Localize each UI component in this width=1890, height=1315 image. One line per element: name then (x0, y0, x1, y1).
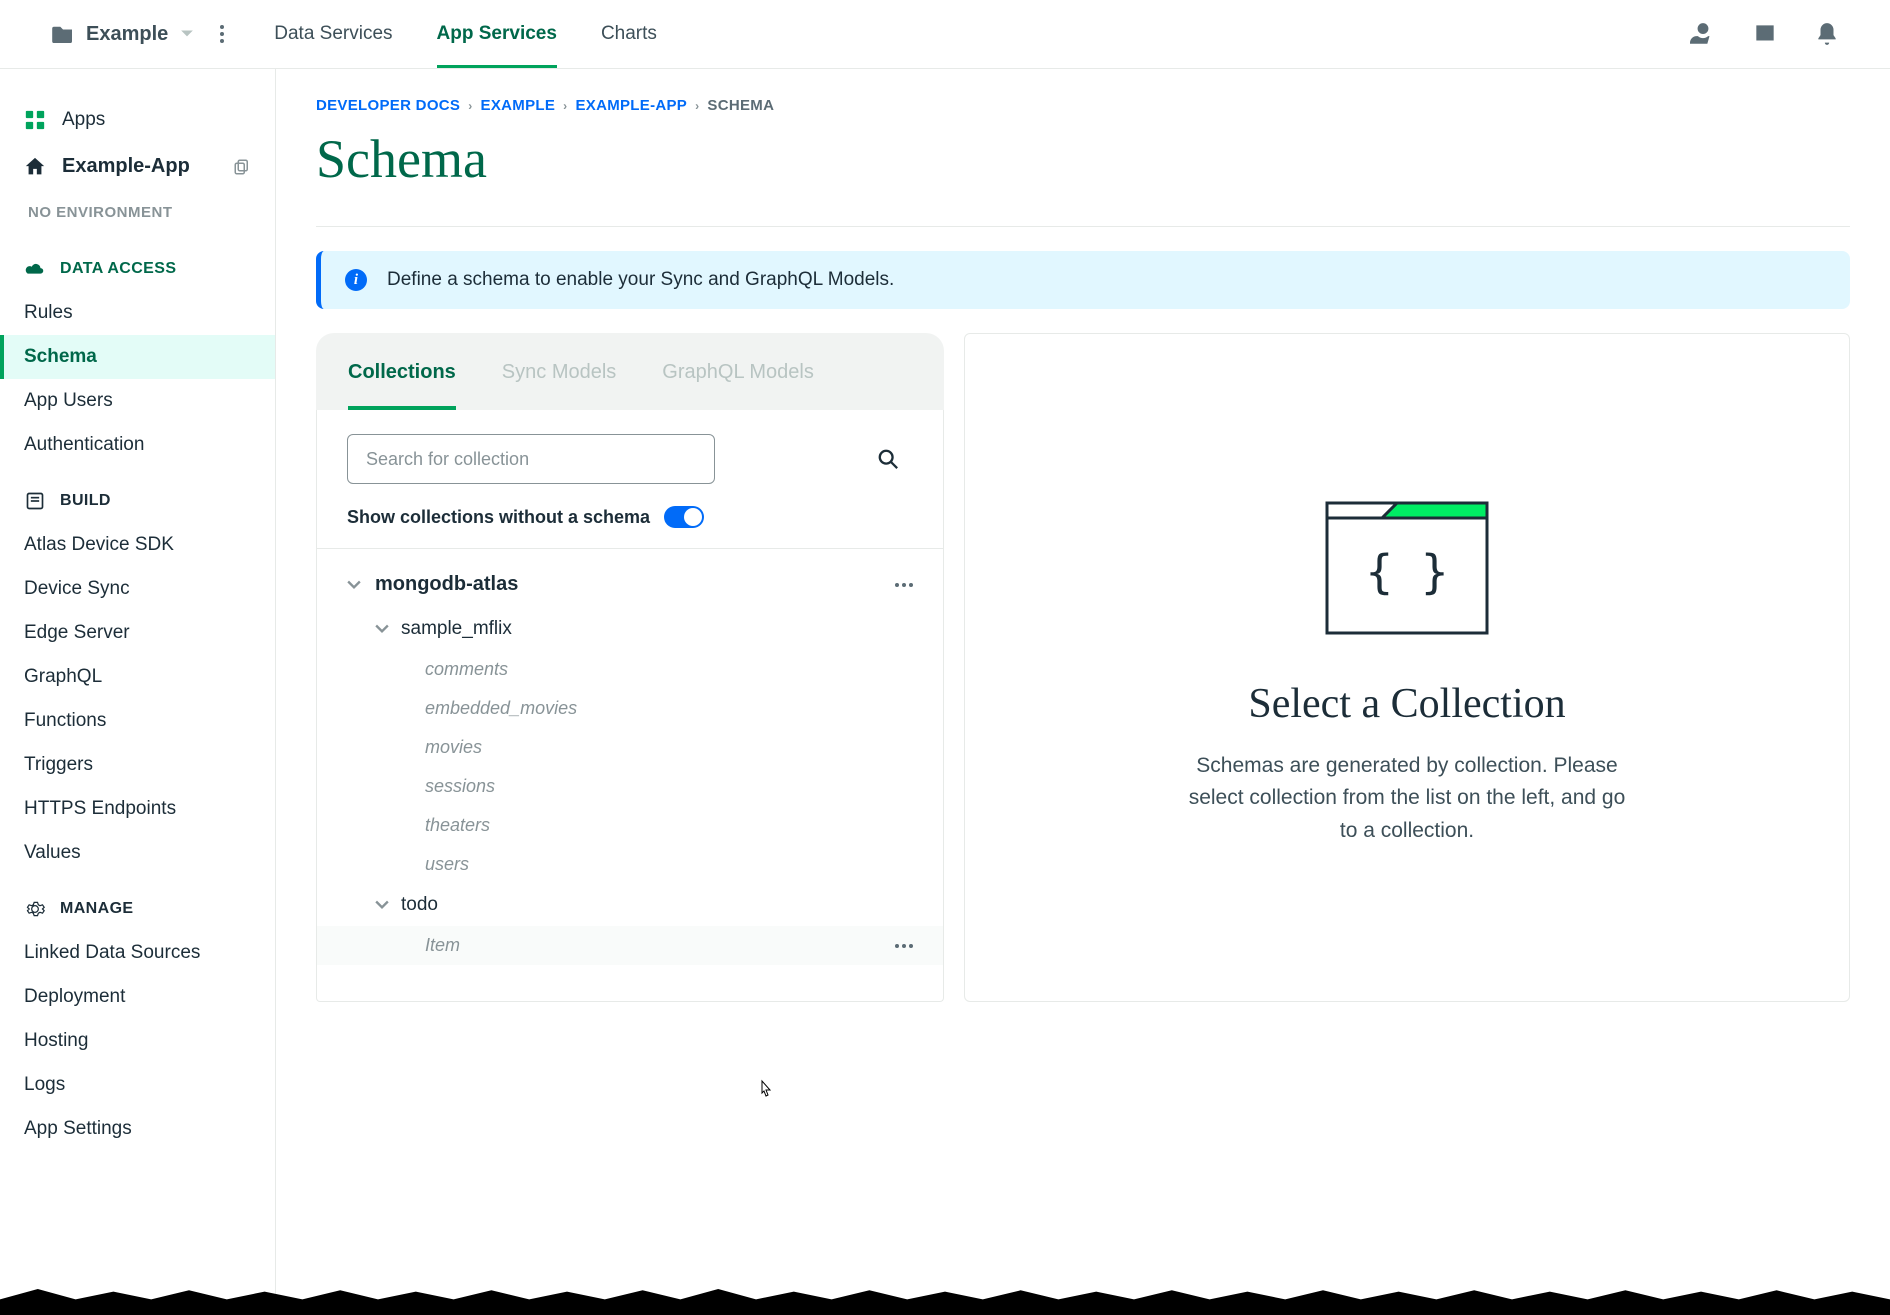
db-name: sample_mflix (401, 618, 512, 640)
breadcrumb-sep: › (695, 99, 699, 113)
copy-icon[interactable] (233, 158, 251, 176)
tree-cluster[interactable]: mongodb-atlas (317, 561, 943, 608)
cluster-menu[interactable] (895, 583, 913, 587)
chevron-down-icon (375, 898, 389, 912)
main-content: DEVELOPER DOCS › EXAMPLE › EXAMPLE-APP ›… (276, 69, 1890, 1315)
sidebar-item-hosting[interactable]: Hosting (0, 1019, 275, 1063)
sidebar-item-values[interactable]: Values (0, 831, 275, 875)
tree-coll-comments[interactable]: comments (317, 650, 943, 689)
cursor-pointer-icon (756, 1079, 774, 1103)
divider (316, 226, 1850, 227)
sidebar-app-title[interactable]: Example-App (0, 143, 275, 190)
sidebar-item-graphql[interactable]: GraphQL (0, 655, 275, 699)
collection-menu[interactable] (895, 944, 913, 948)
tab-charts[interactable]: Charts (601, 0, 657, 68)
sidebar-item-edge-server[interactable]: Edge Server (0, 611, 275, 655)
sidebar-item-rules[interactable]: Rules (0, 291, 275, 335)
gear-icon (24, 899, 46, 919)
sidebar-apps-label: Apps (62, 109, 105, 131)
project-name: Example (86, 23, 168, 46)
info-banner-text: Define a schema to enable your Sync and … (387, 269, 894, 291)
tab-app-services[interactable]: App Services (437, 0, 557, 68)
page-title: Schema (316, 128, 1850, 190)
empty-state-title: Select a Collection (1248, 680, 1565, 728)
breadcrumb-example-app[interactable]: EXAMPLE-APP (575, 97, 687, 114)
tree-coll-theaters[interactable]: theaters (317, 806, 943, 845)
sidebar-item-logs[interactable]: Logs (0, 1063, 275, 1107)
sidebar-item-https-endpoints[interactable]: HTTPS Endpoints (0, 787, 275, 831)
app-name-label: Example-App (62, 155, 190, 178)
sidebar-item-app-settings[interactable]: App Settings (0, 1107, 275, 1151)
support-icon[interactable] (1752, 21, 1778, 47)
tab-data-services[interactable]: Data Services (274, 0, 392, 68)
svg-text:{ }: { } (1365, 545, 1448, 599)
build-icon (24, 491, 46, 511)
collections-panel: Show collections without a schema mongod… (316, 410, 944, 1002)
sidebar-item-device-sync[interactable]: Device Sync (0, 567, 275, 611)
sidebar-section-manage: MANAGE (0, 875, 275, 931)
home-icon (24, 156, 46, 178)
folder-icon (52, 25, 74, 43)
info-icon: i (345, 269, 367, 291)
breadcrumb-developer-docs[interactable]: DEVELOPER DOCS (316, 97, 460, 114)
sidebar-item-atlas-device-sdk[interactable]: Atlas Device SDK (0, 523, 275, 567)
sidebar: Apps Example-App NO ENVIRONMENT DATA ACC… (0, 69, 276, 1315)
apps-icon (24, 109, 46, 131)
tree-coll-item[interactable]: Item (317, 926, 943, 965)
toggle-label: Show collections without a schema (347, 507, 650, 528)
tab-collections[interactable]: Collections (348, 361, 456, 410)
breadcrumb: DEVELOPER DOCS › EXAMPLE › EXAMPLE-APP ›… (316, 97, 1850, 114)
schema-tabs: Collections Sync Models GraphQL Models (316, 333, 944, 410)
tree-db-sample-mflix[interactable]: sample_mflix (317, 608, 943, 650)
sidebar-section-data-access: DATA ACCESS (0, 235, 275, 291)
bell-icon[interactable] (1814, 21, 1840, 47)
show-collections-toggle[interactable] (664, 506, 704, 528)
empty-state: { } Select a Collection Schemas are gene… (964, 333, 1850, 1002)
sidebar-item-functions[interactable]: Functions (0, 699, 275, 743)
info-banner: i Define a schema to enable your Sync an… (316, 251, 1850, 309)
tree-coll-movies[interactable]: movies (317, 728, 943, 767)
db-name: todo (401, 894, 438, 916)
sidebar-item-triggers[interactable]: Triggers (0, 743, 275, 787)
tree-coll-embedded-movies[interactable]: embedded_movies (317, 689, 943, 728)
chevron-down-icon (347, 578, 361, 592)
tab-graphql-models[interactable]: GraphQL Models (662, 361, 814, 410)
project-selector[interactable]: Example (52, 23, 194, 46)
sidebar-item-schema[interactable]: Schema (0, 335, 275, 379)
chevron-down-icon (375, 622, 389, 636)
sidebar-item-authentication[interactable]: Authentication (0, 423, 275, 467)
chevron-down-icon (180, 29, 194, 39)
tree-coll-users[interactable]: users (317, 845, 943, 884)
tree-coll-sessions[interactable]: sessions (317, 767, 943, 806)
empty-state-text: Schemas are generated by collection. Ple… (1187, 750, 1627, 848)
tree-db-todo[interactable]: todo (317, 884, 943, 926)
search-input[interactable] (347, 434, 715, 484)
breadcrumb-sep: › (563, 99, 567, 113)
collection-tree: mongodb-atlas sample_mflix comments embe… (317, 549, 943, 977)
sidebar-env-label: NO ENVIRONMENT (0, 190, 275, 235)
tab-sync-models[interactable]: Sync Models (502, 361, 617, 410)
topbar: Example Data Services App Services Chart… (0, 0, 1890, 69)
project-kebab-menu[interactable] (214, 19, 230, 49)
sidebar-item-linked-data-sources[interactable]: Linked Data Sources (0, 931, 275, 975)
breadcrumb-current: SCHEMA (707, 97, 774, 114)
invite-user-icon[interactable] (1690, 21, 1716, 47)
top-nav-tabs: Data Services App Services Charts (274, 0, 657, 68)
sidebar-item-deployment[interactable]: Deployment (0, 975, 275, 1019)
cluster-name: mongodb-atlas (375, 573, 518, 596)
search-box (347, 434, 913, 484)
empty-state-illustration: { } (1307, 488, 1507, 648)
sidebar-item-app-users[interactable]: App Users (0, 379, 275, 423)
sidebar-apps[interactable]: Apps (0, 97, 275, 143)
sidebar-section-build: BUILD (0, 467, 275, 523)
breadcrumb-sep: › (468, 99, 472, 113)
search-icon (877, 448, 899, 470)
cloud-icon (24, 259, 46, 279)
breadcrumb-example[interactable]: EXAMPLE (481, 97, 556, 114)
